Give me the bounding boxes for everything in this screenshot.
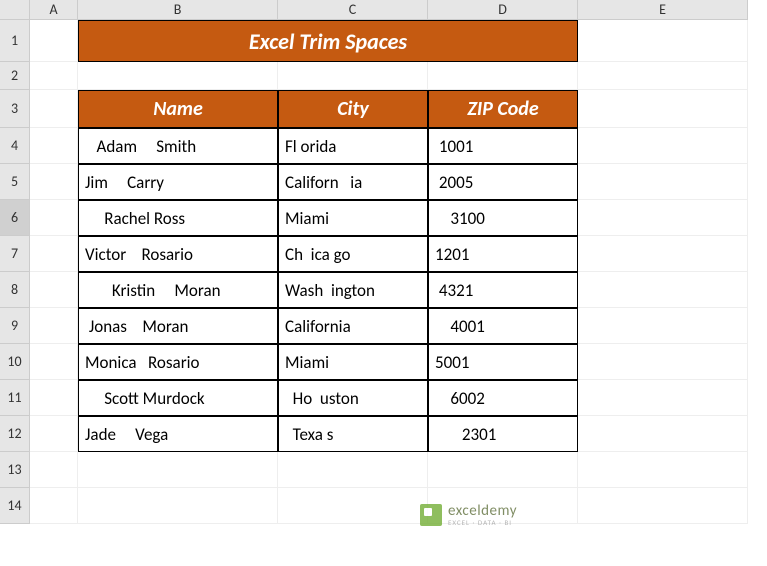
- watermark: exceldemy EXCEL · DATA · BI: [420, 504, 517, 526]
- row-header-9[interactable]: 9: [0, 308, 30, 344]
- name-cell[interactable]: Scott Murdock: [78, 380, 278, 416]
- header-zip[interactable]: ZIP Code: [428, 90, 578, 128]
- row-header-10[interactable]: 10: [0, 344, 30, 380]
- city-cell[interactable]: Ho uston: [278, 380, 428, 416]
- watermark-text: exceldemy EXCEL · DATA · BI: [448, 504, 517, 526]
- cell-E4[interactable]: [578, 128, 748, 164]
- name-cell[interactable]: Jonas Moran: [78, 308, 278, 344]
- name-cell[interactable]: Jade Vega: [78, 416, 278, 452]
- cell-E12[interactable]: [578, 416, 748, 452]
- watermark-name: exceldemy: [448, 504, 517, 519]
- name-cell[interactable]: Monica Rosario: [78, 344, 278, 380]
- row-header-3[interactable]: 3: [0, 90, 30, 128]
- cell-A13[interactable]: [30, 452, 78, 488]
- city-cell[interactable]: California: [278, 308, 428, 344]
- cell-A4[interactable]: [30, 128, 78, 164]
- header-city[interactable]: City: [278, 90, 428, 128]
- row-header-2[interactable]: 2: [0, 62, 30, 90]
- cell-A8[interactable]: [30, 272, 78, 308]
- zip-cell[interactable]: 1201: [428, 236, 578, 272]
- cell-A5[interactable]: [30, 164, 78, 200]
- row-header-1[interactable]: 1: [0, 20, 30, 62]
- cell-E8[interactable]: [578, 272, 748, 308]
- cell-E14[interactable]: [578, 488, 748, 524]
- zip-cell[interactable]: 6002: [428, 380, 578, 416]
- zip-cell[interactable]: 4001: [428, 308, 578, 344]
- row-header-14[interactable]: 14: [0, 488, 30, 524]
- cell-E2[interactable]: [578, 62, 748, 90]
- row-header-4[interactable]: 4: [0, 128, 30, 164]
- spreadsheet-grid: A B C D E 1 Excel Trim Spaces 2 3 Name C…: [0, 0, 767, 524]
- cell-C2[interactable]: [278, 62, 428, 90]
- name-cell[interactable]: Rachel Ross: [78, 200, 278, 236]
- col-header-A[interactable]: A: [30, 0, 78, 20]
- cell-A1[interactable]: [30, 20, 78, 62]
- zip-cell[interactable]: 4321: [428, 272, 578, 308]
- cell-D13[interactable]: [428, 452, 578, 488]
- cell-C14[interactable]: [278, 488, 428, 524]
- city-cell[interactable]: Wash ington: [278, 272, 428, 308]
- cell-A10[interactable]: [30, 344, 78, 380]
- city-cell[interactable]: Miami: [278, 344, 428, 380]
- name-cell[interactable]: Adam Smith: [78, 128, 278, 164]
- zip-cell[interactable]: 3100: [428, 200, 578, 236]
- cell-A14[interactable]: [30, 488, 78, 524]
- col-header-C[interactable]: C: [278, 0, 428, 20]
- cell-E3[interactable]: [578, 90, 748, 128]
- row-header-11[interactable]: 11: [0, 380, 30, 416]
- cell-D2[interactable]: [428, 62, 578, 90]
- row-header-6[interactable]: 6: [0, 200, 30, 236]
- cell-B13[interactable]: [78, 452, 278, 488]
- cell-E11[interactable]: [578, 380, 748, 416]
- name-cell[interactable]: Victor Rosario: [78, 236, 278, 272]
- row-header-7[interactable]: 7: [0, 236, 30, 272]
- city-cell[interactable]: Texa s: [278, 416, 428, 452]
- select-all-corner[interactable]: [0, 0, 30, 20]
- cell-E9[interactable]: [578, 308, 748, 344]
- cell-E13[interactable]: [578, 452, 748, 488]
- cell-A2[interactable]: [30, 62, 78, 90]
- cell-A12[interactable]: [30, 416, 78, 452]
- col-header-B[interactable]: B: [78, 0, 278, 20]
- name-cell[interactable]: Kristin Moran: [78, 272, 278, 308]
- cell-A7[interactable]: [30, 236, 78, 272]
- city-cell[interactable]: Ch ica go: [278, 236, 428, 272]
- col-header-D[interactable]: D: [428, 0, 578, 20]
- cell-A9[interactable]: [30, 308, 78, 344]
- zip-cell[interactable]: 2301: [428, 416, 578, 452]
- cell-B14[interactable]: [78, 488, 278, 524]
- city-cell[interactable]: Californ ia: [278, 164, 428, 200]
- city-cell[interactable]: Fl orida: [278, 128, 428, 164]
- cell-E7[interactable]: [578, 236, 748, 272]
- col-header-E[interactable]: E: [578, 0, 748, 20]
- row-header-8[interactable]: 8: [0, 272, 30, 308]
- cell-A6[interactable]: [30, 200, 78, 236]
- watermark-sub: EXCEL · DATA · BI: [448, 519, 517, 526]
- name-cell[interactable]: Jim Carry: [78, 164, 278, 200]
- zip-cell[interactable]: 2005: [428, 164, 578, 200]
- header-name[interactable]: Name: [78, 90, 278, 128]
- cell-B2[interactable]: [78, 62, 278, 90]
- cell-E6[interactable]: [578, 200, 748, 236]
- zip-cell[interactable]: 5001: [428, 344, 578, 380]
- row-header-5[interactable]: 5: [0, 164, 30, 200]
- exceldemy-logo-icon: [420, 504, 442, 526]
- title-cell[interactable]: Excel Trim Spaces: [78, 20, 578, 62]
- city-cell[interactable]: Miami: [278, 200, 428, 236]
- cell-E5[interactable]: [578, 164, 748, 200]
- cell-A11[interactable]: [30, 380, 78, 416]
- row-header-12[interactable]: 12: [0, 416, 30, 452]
- cell-A3[interactable]: [30, 90, 78, 128]
- row-header-13[interactable]: 13: [0, 452, 30, 488]
- zip-cell[interactable]: 1001: [428, 128, 578, 164]
- cell-E1[interactable]: [578, 20, 748, 62]
- cell-C13[interactable]: [278, 452, 428, 488]
- cell-E10[interactable]: [578, 344, 748, 380]
